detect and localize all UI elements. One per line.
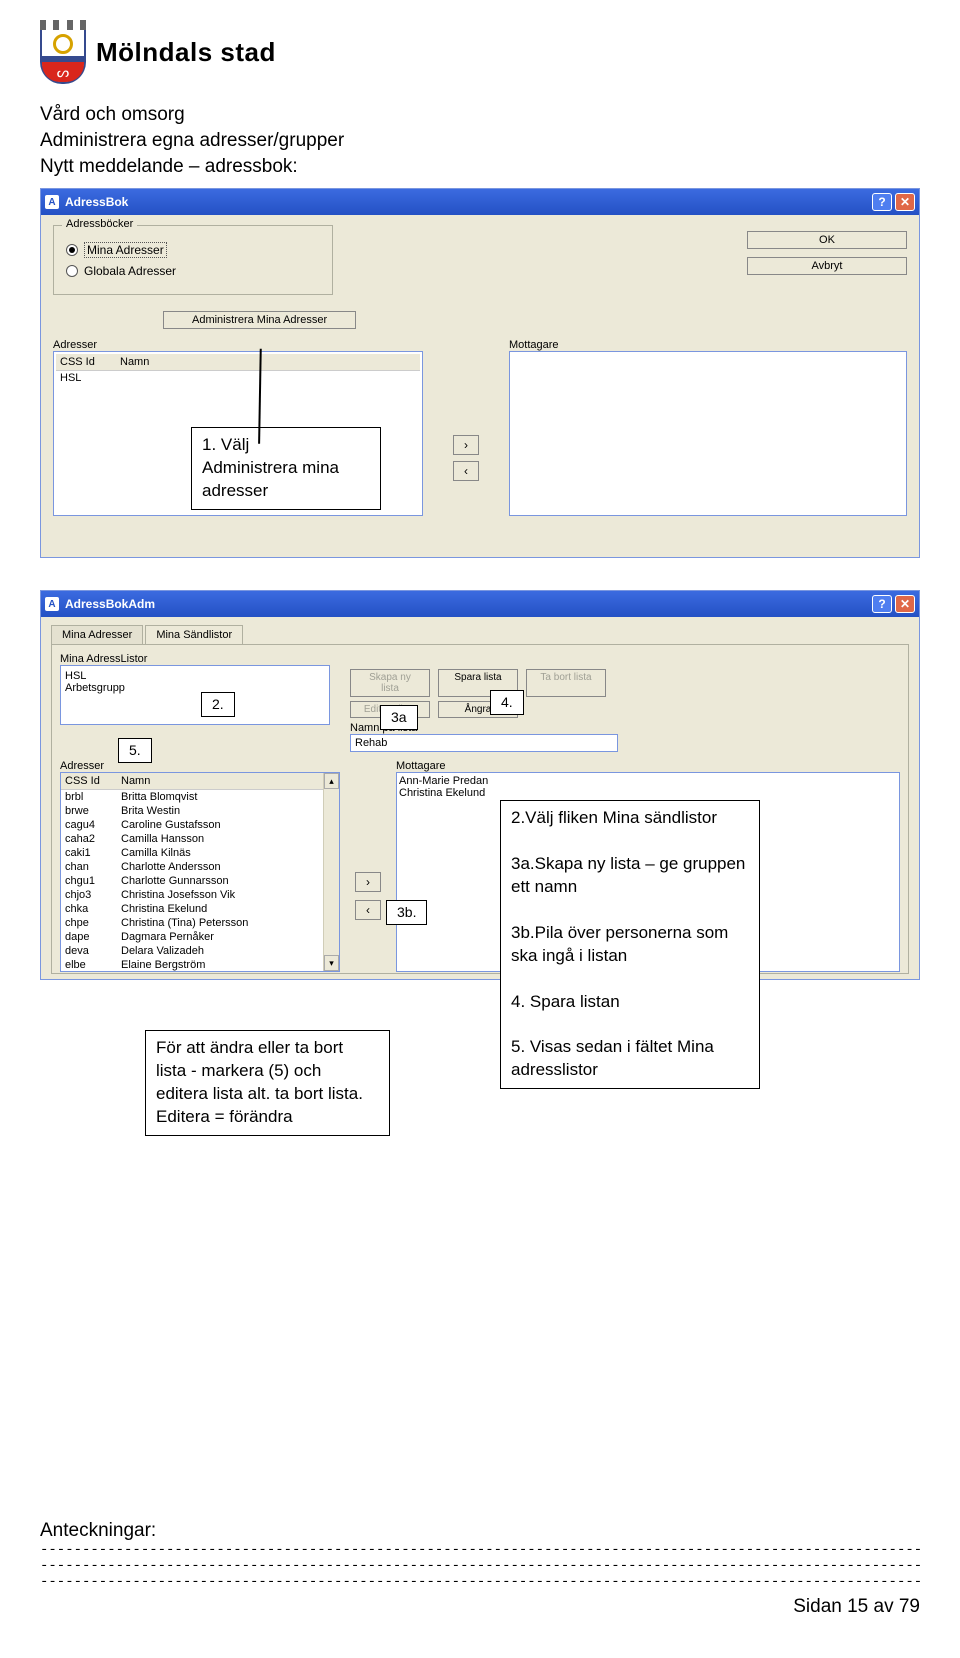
- dash-line: ----------------------------------------…: [40, 1574, 920, 1590]
- scroll-down-icon[interactable]: ▾: [324, 955, 339, 971]
- radio-label: Globala Adresser: [84, 264, 176, 278]
- table-row[interactable]: chpeChristina (Tina) Petersson: [61, 916, 323, 930]
- titlebar: A AdressBok ? ✕: [41, 189, 919, 215]
- col-name: Namn: [116, 354, 420, 371]
- list-label: Mina AdressListor: [60, 653, 900, 665]
- chevron-left-icon: ‹: [464, 464, 468, 478]
- scroll-up-icon[interactable]: ▴: [324, 773, 339, 789]
- arrow-right-button[interactable]: ›: [355, 872, 381, 892]
- close-icon[interactable]: ✕: [895, 595, 915, 613]
- list-item[interactable]: HSL: [56, 371, 116, 386]
- arrow-left-button[interactable]: ‹: [453, 461, 479, 481]
- radio-mina-adresser[interactable]: Mina Adresser: [66, 242, 320, 258]
- group-label: Adressböcker: [62, 218, 137, 230]
- callout-4: 4.: [490, 690, 524, 715]
- intro-line: Nytt meddelande – adressbok:: [40, 156, 920, 178]
- table-row[interactable]: chkaChristina Ekelund: [61, 902, 323, 916]
- intro-line: Administrera egna adresser/grupper: [40, 130, 920, 152]
- org-name: Mölndals stad: [96, 37, 276, 68]
- edit-instruction-callout: För att ändra eller ta bort lista - mark…: [145, 1030, 390, 1136]
- list-name-input[interactable]: Rehab: [350, 734, 618, 752]
- page-header: ᔕ Mölndals stad: [40, 20, 920, 84]
- window-title: AdressBok: [65, 195, 128, 209]
- intro-line: Vård och omsorg: [40, 104, 920, 126]
- recipients-label: Mottagare: [396, 760, 900, 772]
- app-icon: A: [45, 597, 59, 611]
- chevron-right-icon: ›: [464, 438, 468, 452]
- callout-3b: 3b.: [386, 900, 427, 925]
- help-icon[interactable]: ?: [872, 595, 892, 613]
- col-css-id: CSS Id: [56, 354, 116, 371]
- table-row[interactable]: devaDelara Valizadeh: [61, 944, 323, 958]
- table-row[interactable]: elbeElaine Bergström: [61, 958, 323, 971]
- window-adressbok: A AdressBok ? ✕ Adressböcker Mina Adress…: [40, 188, 920, 558]
- table-row[interactable]: chjo3Christina Josefsson Vik: [61, 888, 323, 902]
- callout-3a: 3a: [380, 705, 418, 730]
- dash-line: ----------------------------------------…: [40, 1558, 920, 1574]
- titlebar: A AdressBokAdm ? ✕: [41, 591, 919, 617]
- scrollbar[interactable]: ▴ ▾: [323, 773, 339, 971]
- table-row[interactable]: chgu1Charlotte Gunnarsson: [61, 874, 323, 888]
- adresslistor-listbox[interactable]: HSL Arbetsgrupp: [60, 665, 330, 725]
- tab-mina-sandlistor[interactable]: Mina Sändlistor: [145, 625, 243, 644]
- delete-list-button[interactable]: Ta bort lista: [526, 669, 606, 697]
- list-item[interactable]: HSL: [65, 670, 325, 682]
- table-row[interactable]: caki1Camilla Kilnäs: [61, 846, 323, 860]
- recipients-label: Mottagare: [509, 339, 907, 351]
- coat-of-arms-icon: ᔕ: [40, 20, 86, 84]
- list-item[interactable]: Christina Ekelund: [399, 787, 897, 799]
- notes-section: Anteckningar: --------------------------…: [40, 1520, 920, 1618]
- chevron-left-icon: ‹: [366, 903, 370, 917]
- instruction-callout: 2.Välj fliken Mina sändlistor 3a.Skapa n…: [500, 800, 760, 1089]
- notes-label: Anteckningar:: [40, 1520, 920, 1542]
- callout-1: 1. Välj Administrera mina adresser: [191, 427, 381, 510]
- radio-label: Mina Adresser: [84, 242, 167, 258]
- arrow-right-button[interactable]: ›: [453, 435, 479, 455]
- addresses-listbox[interactable]: CSS Id Namn brblBritta BlomqvistbrweBrit…: [60, 772, 340, 972]
- addresses-label: Adresser: [53, 339, 423, 351]
- table-row[interactable]: cagu4Caroline Gustafsson: [61, 818, 323, 832]
- table-row[interactable]: chanCharlotte Andersson: [61, 860, 323, 874]
- table-row[interactable]: brweBrita Westin: [61, 804, 323, 818]
- arrow-left-button[interactable]: ‹: [355, 900, 381, 920]
- col-name: Namn: [117, 773, 323, 790]
- create-list-button[interactable]: Skapa ny lista: [350, 669, 430, 697]
- tab-mina-adresser[interactable]: Mina Adresser: [51, 625, 143, 644]
- callout-5: 5.: [118, 738, 152, 763]
- addresses-label: Adresser: [60, 760, 340, 772]
- cancel-button[interactable]: Avbryt: [747, 257, 907, 275]
- radio-icon: [66, 244, 78, 256]
- window-adressbokadm: A AdressBokAdm ? ✕ Mina Adresser Mina Sä…: [40, 590, 920, 980]
- list-item[interactable]: Ann-Marie Predan: [399, 775, 897, 787]
- recipients-listbox[interactable]: [509, 351, 907, 516]
- chevron-right-icon: ›: [366, 875, 370, 889]
- ok-button[interactable]: OK: [747, 231, 907, 249]
- table-row[interactable]: dapeDagmara Pernåker: [61, 930, 323, 944]
- radio-icon: [66, 265, 78, 277]
- help-icon[interactable]: ?: [872, 193, 892, 211]
- callout-2: 2.: [201, 692, 235, 717]
- window-title: AdressBokAdm: [65, 597, 155, 611]
- page-number: Sidan 15 av 79: [40, 1596, 920, 1618]
- radio-globala-adresser[interactable]: Globala Adresser: [66, 264, 320, 278]
- close-icon[interactable]: ✕: [895, 193, 915, 211]
- table-row[interactable]: brblBritta Blomqvist: [61, 790, 323, 805]
- dash-line: ----------------------------------------…: [40, 1542, 920, 1558]
- col-css-id: CSS Id: [61, 773, 117, 790]
- admin-mina-adresser-button[interactable]: Administrera Mina Adresser: [163, 311, 356, 329]
- table-row[interactable]: caha2Camilla Hansson: [61, 832, 323, 846]
- app-icon: A: [45, 195, 59, 209]
- intro-text: Vård och omsorg Administrera egna adress…: [40, 104, 920, 178]
- list-item[interactable]: Arbetsgrupp: [65, 682, 325, 694]
